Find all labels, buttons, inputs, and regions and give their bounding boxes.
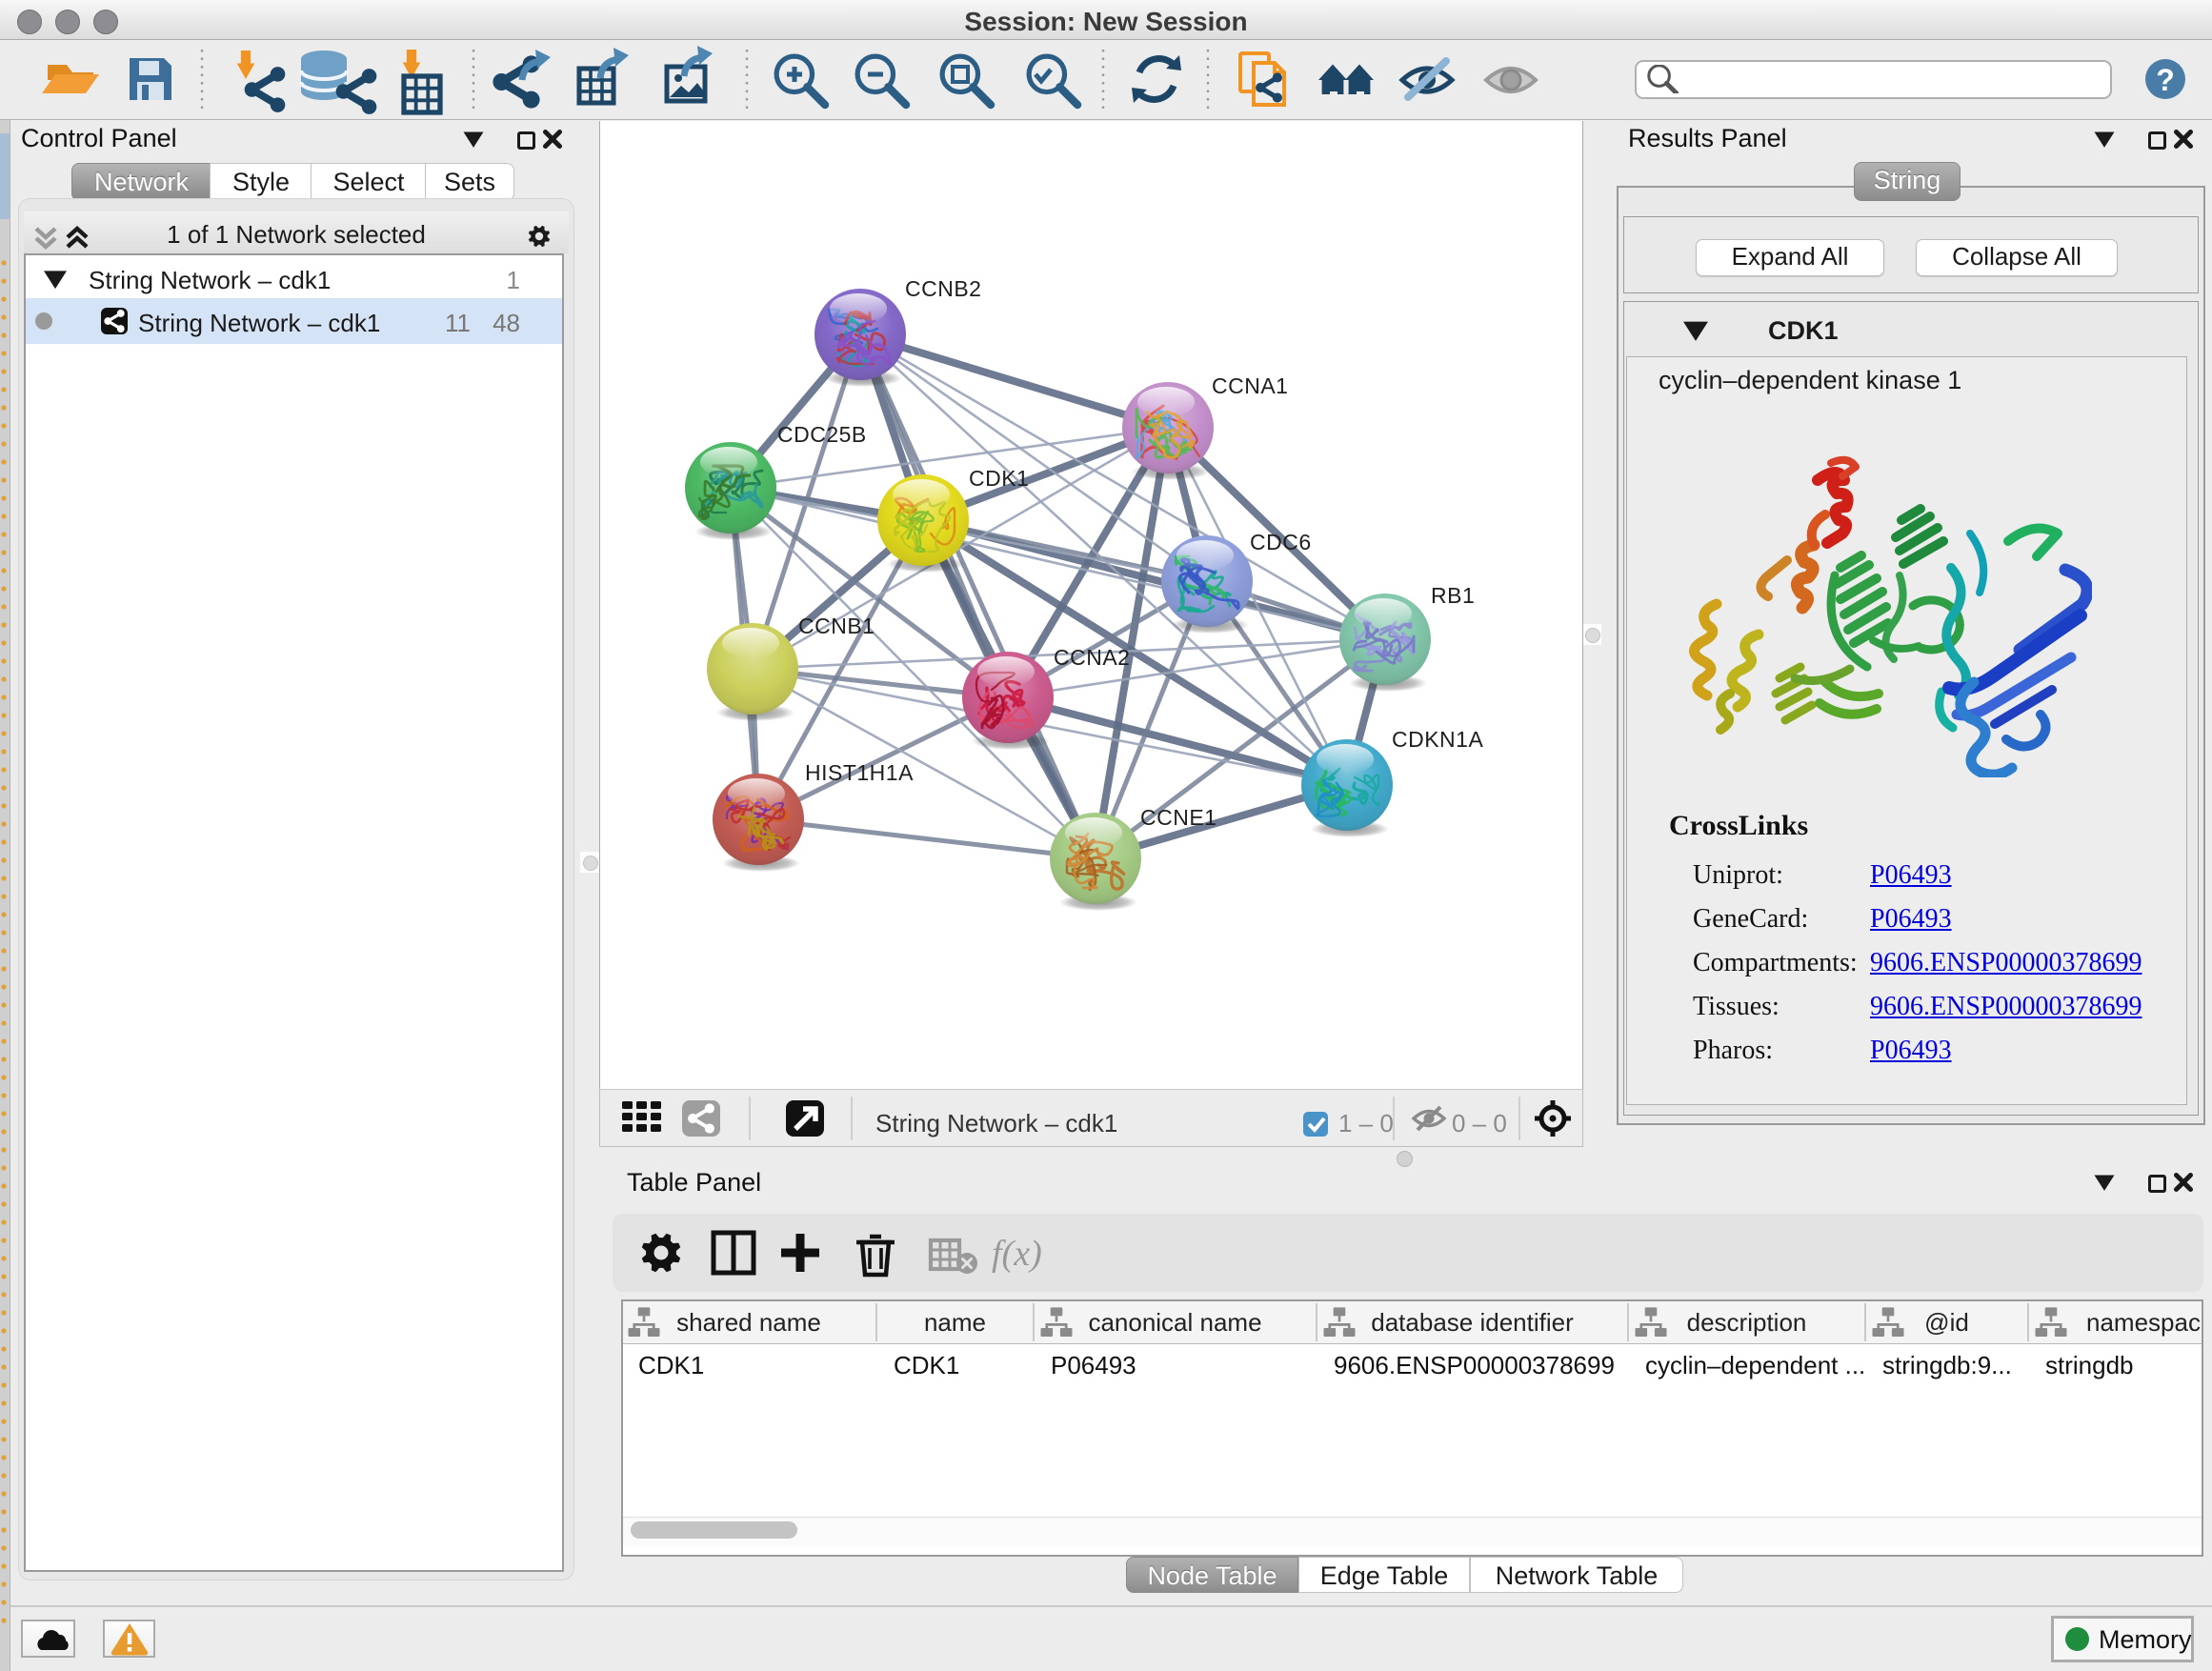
svg-text:RB1: RB1: [1431, 583, 1475, 608]
svg-text:@id: @id: [1924, 1308, 1969, 1337]
svg-text:String Network – cdk1: String Network – cdk1: [875, 1109, 1117, 1137]
svg-text:canonical name: canonical name: [1088, 1308, 1261, 1337]
svg-text:namespac: namespac: [2086, 1308, 2201, 1337]
svg-text:HIST1H1A: HIST1H1A: [805, 760, 914, 785]
svg-text:CDC25B: CDC25B: [777, 422, 867, 447]
svg-text:CDK1: CDK1: [969, 466, 1029, 491]
svg-text:shared name: shared name: [676, 1308, 821, 1337]
svg-text:CCNB2: CCNB2: [905, 276, 981, 301]
svg-text:CCNB1: CCNB1: [798, 614, 875, 638]
svg-text:CCNA1: CCNA1: [1212, 373, 1288, 398]
svg-text:0 – 0: 0 – 0: [1452, 1109, 1507, 1137]
svg-text:database identifier: database identifier: [1371, 1308, 1574, 1337]
svg-text:CCNE1: CCNE1: [1140, 805, 1217, 830]
svg-text:f(x): f(x): [992, 1234, 1042, 1274]
svg-text:1 – 0: 1 – 0: [1338, 1109, 1394, 1137]
svg-text:CDKN1A: CDKN1A: [1392, 727, 1483, 752]
svg-text:description: description: [1687, 1308, 1807, 1337]
svg-text:name: name: [924, 1308, 986, 1337]
svg-text:CDC6: CDC6: [1250, 530, 1312, 554]
svg-text:CCNA2: CCNA2: [1054, 645, 1130, 670]
